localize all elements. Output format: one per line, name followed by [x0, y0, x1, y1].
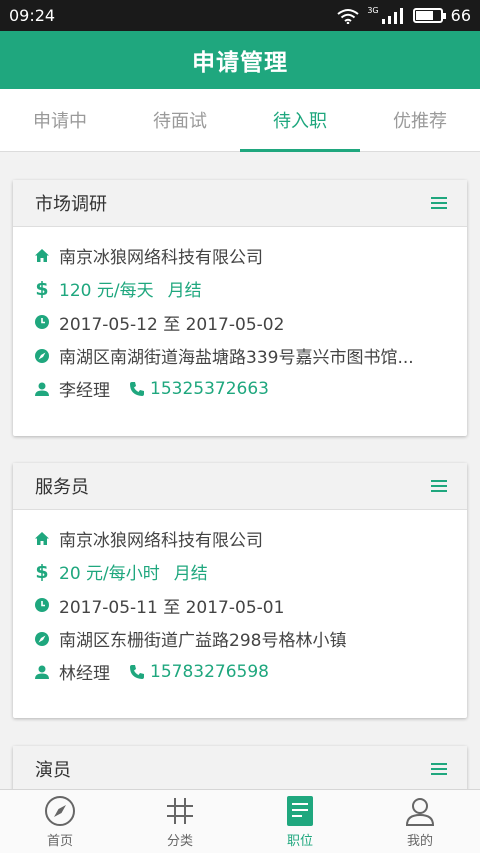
contact-name: 李经理	[59, 381, 110, 402]
salary-row: $ 20 元/每小时 月结	[33, 555, 447, 588]
tab-pending-onboard[interactable]: 待入职	[240, 89, 360, 152]
phone-number: 15783276598	[150, 661, 269, 682]
hash-icon	[163, 794, 197, 828]
status-time: 09:24	[9, 6, 56, 25]
job-title: 演员	[35, 760, 71, 781]
compass-icon	[33, 630, 51, 648]
contact-row: 李经理 15325372663	[33, 372, 447, 405]
wifi-icon	[337, 8, 359, 24]
dollar-icon: $	[35, 560, 49, 583]
nav-home-label: 首页	[46, 834, 73, 849]
clock-icon	[33, 313, 51, 331]
menu-icon[interactable]	[431, 480, 447, 492]
job-card-header: 市场调研	[13, 180, 467, 227]
nav-jobs[interactable]: 职位	[240, 790, 360, 853]
menu-icon[interactable]	[431, 197, 447, 209]
battery-level: 66	[450, 6, 471, 25]
job-title: 市场调研	[35, 194, 107, 215]
tab-applying[interactable]: 申请中	[0, 89, 120, 151]
compass-icon	[43, 794, 77, 828]
bottom-nav: 首页 分类 职位 我的	[0, 789, 480, 853]
menu-icon[interactable]	[431, 763, 447, 775]
tab-recommended[interactable]: 优推荐	[360, 89, 480, 151]
job-card-header: 演员	[13, 746, 467, 789]
job-card[interactable]: 演员	[13, 746, 467, 789]
settlement-type: 月结	[167, 281, 202, 302]
work-dates: 2017-05-12 至 2017-05-02	[59, 314, 285, 335]
company-row: 南京冰狼网络科技有限公司	[33, 239, 447, 272]
settlement-type: 月结	[173, 564, 208, 585]
job-card-header: 服务员	[13, 463, 467, 510]
job-card[interactable]: 服务员 南京冰狼网络科技有限公司 $ 20 元/每小时 月结 2017-05-1…	[13, 463, 467, 718]
contact-row: 林经理 15783276598	[33, 655, 447, 688]
signal-icon	[381, 7, 403, 24]
battery-icon	[412, 8, 446, 23]
page-title: 申请管理	[192, 50, 288, 76]
salary-amount: 120 元/每天	[59, 281, 154, 302]
clock-icon	[33, 596, 51, 614]
job-list[interactable]: 市场调研 南京冰狼网络科技有限公司 $ 120 元/每天 月结 2017-05-…	[0, 153, 480, 789]
tab-pending-interview[interactable]: 待面试	[120, 89, 240, 151]
work-dates: 2017-05-11 至 2017-05-01	[59, 597, 285, 618]
nav-mine[interactable]: 我的	[360, 790, 480, 853]
salary-amount: 20 元/每小时	[59, 564, 160, 585]
user-icon	[403, 794, 437, 828]
app-header: 申请管理	[0, 31, 480, 89]
phone-number: 15325372663	[150, 378, 269, 399]
phone-link[interactable]: 15325372663	[128, 379, 269, 399]
work-address: 南湖区南湖街道海盐塘路339号嘉兴市图书馆...	[59, 348, 414, 369]
person-icon	[33, 663, 51, 681]
work-address: 南湖区东栅街道广益路298号格林小镇	[59, 631, 347, 652]
network-type: 3G	[367, 6, 379, 15]
address-row: 南湖区南湖街道海盐塘路339号嘉兴市图书馆...	[33, 339, 447, 372]
status-bar: 09:24 3G 66	[0, 0, 480, 31]
company-name: 南京冰狼网络科技有限公司	[59, 248, 263, 269]
nav-category[interactable]: 分类	[120, 790, 240, 853]
date-row: 2017-05-11 至 2017-05-01	[33, 589, 447, 622]
person-icon	[33, 380, 51, 398]
document-icon	[283, 794, 317, 828]
phone-icon	[128, 380, 146, 398]
job-card[interactable]: 市场调研 南京冰狼网络科技有限公司 $ 120 元/每天 月结 2017-05-…	[13, 180, 467, 436]
salary-row: $ 120 元/每天 月结	[33, 272, 447, 305]
nav-jobs-label: 职位	[286, 834, 313, 849]
nav-home[interactable]: 首页	[0, 790, 120, 853]
address-row: 南湖区东栅街道广益路298号格林小镇	[33, 622, 447, 655]
contact-name: 林经理	[59, 664, 110, 685]
nav-category-label: 分类	[166, 834, 193, 849]
home-icon	[33, 247, 51, 265]
nav-mine-label: 我的	[406, 834, 433, 849]
tab-bar: 申请中 待面试 待入职 优推荐	[0, 89, 480, 152]
phone-link[interactable]: 15783276598	[128, 662, 269, 682]
home-icon	[33, 530, 51, 548]
date-row: 2017-05-12 至 2017-05-02	[33, 306, 447, 339]
dollar-icon: $	[35, 277, 49, 300]
compass-icon	[33, 347, 51, 365]
company-row: 南京冰狼网络科技有限公司	[33, 522, 447, 555]
company-name: 南京冰狼网络科技有限公司	[59, 531, 263, 552]
phone-icon	[128, 663, 146, 681]
job-title: 服务员	[35, 477, 89, 498]
